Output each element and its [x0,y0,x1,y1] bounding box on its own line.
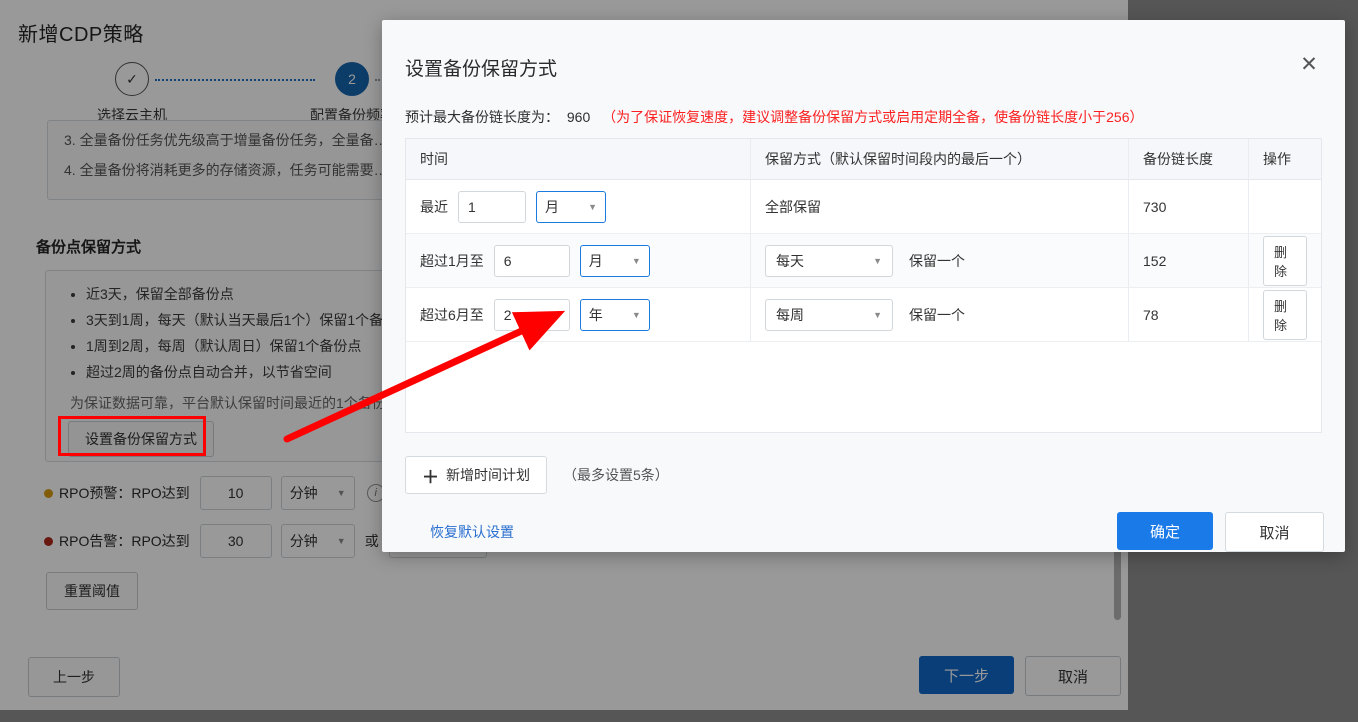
row-2-mode-select[interactable]: 每天 ▼ [765,244,893,277]
cell-action: 删除 [1249,288,1321,341]
cell-mode: 每天 ▼ 保留一个 [751,234,1129,287]
add-time-plan-label: 新增时间计划 [446,467,530,483]
row-2-time-prefix: 超过1月至 [420,252,484,269]
rpo-alarm-or-label: 或 [364,533,379,549]
row-3-delete-button[interactable]: 删除 [1263,289,1307,340]
rpo-warning-unit-select[interactable]: 分钟 ▼ [280,476,355,510]
cell-mode: 每周 ▼ 保留一个 [751,288,1129,341]
row-3-time-prefix: 超过6月至 [420,306,484,323]
chain-length-summary: 预计最大备份链长度为： 960 （为了保证恢复速度，建议调整备份保留方式或启用定… [405,107,1144,127]
section-title-retention: 备份点保留方式 [36,239,142,256]
prev-step-button[interactable]: 上一步 [28,657,120,697]
row-3-mode-select[interactable]: 每周 ▼ [765,298,893,331]
reset-threshold-button[interactable]: 重置阈值 [46,572,138,610]
page-title: 新增CDP策略 [18,24,144,46]
column-header-mode: 保留方式（默认保留时间段内的最后一个） [751,139,1129,179]
cell-chain-length: 730 [1129,180,1249,233]
rpo-warning-value-input[interactable]: 10 [199,476,272,510]
annotation-highlight-box [58,416,206,456]
screen: 新增CDP策略 ✓ 选择云主机 2 配置备份频率 3. 全量备份任务优先级高于增… [0,0,1358,722]
row-2-mode-label: 每天 [776,252,804,269]
confirm-button[interactable]: 确定 [1117,512,1213,550]
cancel-button-page[interactable]: 取消 [1025,656,1121,696]
column-header-time: 时间 [406,139,751,179]
cell-time: 超过6月至 2 年 ▼ [406,288,751,341]
row-2-time-unit-label: 月 [588,252,603,269]
row-1-time-prefix: 最近 [420,198,448,215]
page-scrollbar[interactable] [1114,548,1121,620]
chain-length-value: 960 [566,109,591,125]
add-time-plan-button[interactable]: ＋ 新增时间计划 [405,456,547,494]
step-item-1[interactable]: ✓ 选择云主机 [52,62,212,125]
row-2-time-value-input[interactable]: 6 [493,244,570,277]
retention-settings-dialog: 设置备份保留方式 ✕ 预计最大备份链长度为： 960 （为了保证恢复速度，建议调… [382,20,1345,552]
chevron-down-icon: ▼ [873,255,882,266]
chevron-down-icon: ▼ [336,536,346,546]
row-1-mode-text: 全部保留 [765,198,821,215]
cell-time: 超过1月至 6 月 ▼ [406,234,751,287]
rpo-alarm-dot-icon [44,536,53,546]
rpo-warning-dot-icon [44,488,53,498]
cell-action: 删除 [1249,234,1321,287]
row-1-time-value-input[interactable]: 1 [458,190,526,223]
table-row: 超过6月至 2 年 ▼ 每周 ▼ 保留一个 78 删除 [406,288,1321,342]
chevron-down-icon: ▼ [588,201,597,212]
add-plan-hint: （最多设置5条） [563,467,669,483]
plus-icon: ＋ [422,467,439,487]
cancel-button-dialog[interactable]: 取消 [1225,512,1324,552]
row-3-mode-label: 每周 [776,306,804,323]
row-3-time-value-input[interactable]: 2 [493,298,570,331]
row-1-time-unit-label: 月 [545,198,559,215]
chevron-down-icon: ▼ [873,309,882,320]
chevron-down-icon: ▼ [631,255,641,266]
cell-mode: 全部保留 [751,180,1129,233]
row-2-time-unit-select[interactable]: 月 ▼ [579,244,650,277]
dialog-title: 设置备份保留方式 [405,59,558,80]
rpo-warning-unit-label: 分钟 [289,485,318,501]
step-2-badge: 2 [335,62,369,96]
cell-time: 最近 1 月 ▼ [406,180,751,233]
rpo-warning-row: RPO预警：RPO达到 10 分钟 ▼ i [44,476,385,510]
row-3-time-unit-label: 年 [588,306,603,323]
rpo-warning-label: RPO预警：RPO达到 [59,485,190,501]
cell-chain-length: 152 [1129,234,1249,287]
row-3-mode-suffix: 保留一个 [909,306,965,323]
chain-length-label: 预计最大备份链长度为： [405,109,559,125]
rpo-alarm-unit-label: 分钟 [289,533,318,549]
window-bottom-strip [0,710,1358,722]
close-icon[interactable]: ✕ [1295,50,1323,78]
restore-default-link[interactable]: 恢复默认设置 [430,522,514,542]
column-header-chain-length: 备份链长度 [1129,139,1249,179]
rpo-alarm-value-input[interactable]: 30 [199,524,272,558]
step-1-check-icon: ✓ [115,62,149,96]
table-row: 最近 1 月 ▼ 全部保留 730 [406,180,1321,234]
cell-action [1249,180,1321,233]
chevron-down-icon: ▼ [336,488,346,498]
row-2-mode-suffix: 保留一个 [909,252,965,269]
row-1-time-unit-select[interactable]: 月 ▼ [536,190,606,223]
add-plan-row: ＋ 新增时间计划 （最多设置5条） [405,456,669,494]
chevron-down-icon: ▼ [631,309,641,320]
retention-table: 时间 保留方式（默认保留时间段内的最后一个） 备份链长度 操作 最近 1 月 ▼… [405,138,1322,433]
rpo-alarm-label: RPO告警：RPO达到 [59,533,190,549]
column-header-action: 操作 [1263,151,1291,167]
table-row: 超过1月至 6 月 ▼ 每天 ▼ 保留一个 152 删除 [406,234,1321,288]
chain-length-warning: （为了保证恢复速度，建议调整备份保留方式或启用定期全备，使备份链长度小于256） [602,109,1144,125]
next-step-button[interactable]: 下一步 [919,656,1014,694]
cell-chain-length: 78 [1129,288,1249,341]
row-2-delete-button[interactable]: 删除 [1263,235,1307,286]
table-header-row: 时间 保留方式（默认保留时间段内的最后一个） 备份链长度 操作 [406,139,1321,180]
rpo-alarm-unit-select[interactable]: 分钟 ▼ [280,524,355,558]
row-3-time-unit-select[interactable]: 年 ▼ [579,298,650,331]
